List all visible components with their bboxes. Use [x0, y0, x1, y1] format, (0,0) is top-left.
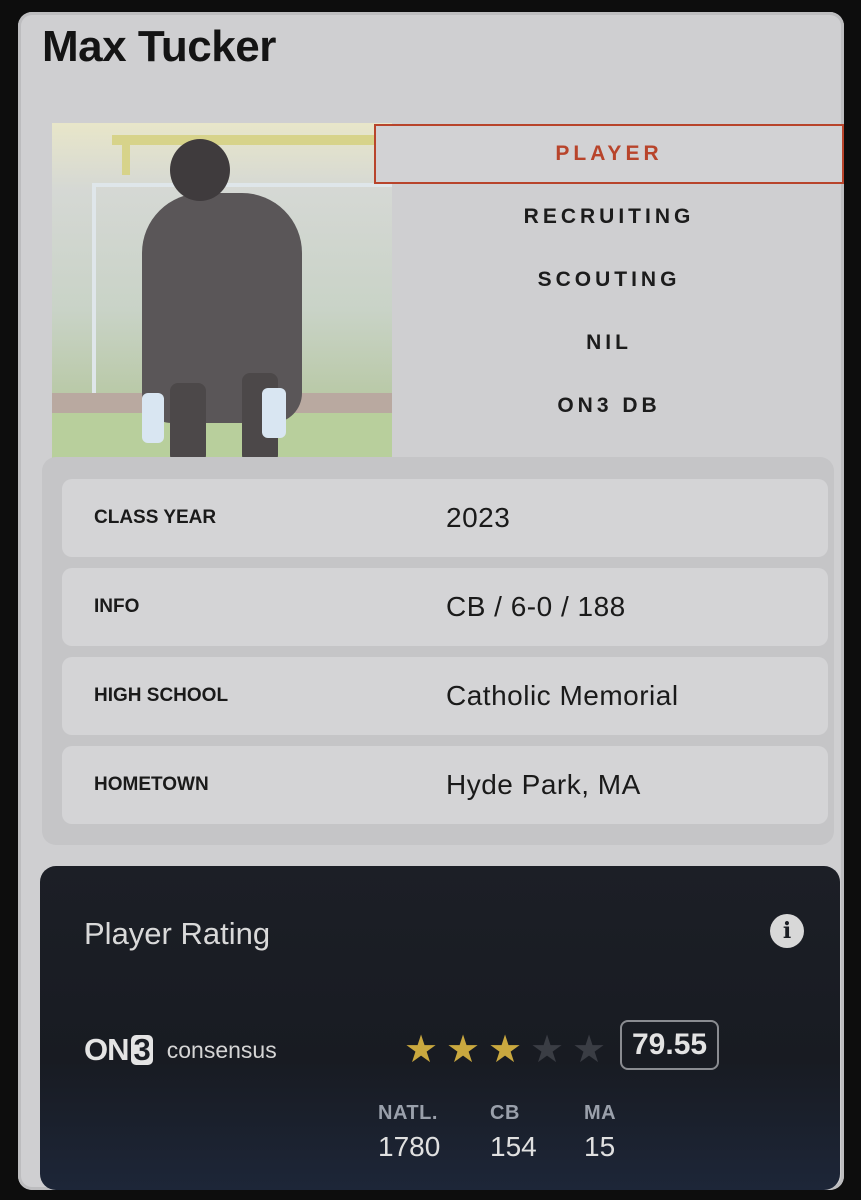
on3-logo: ON 3 [84, 1032, 153, 1068]
star-rating: ★ ★ ★ ★ ★ [404, 1030, 614, 1068]
detail-label: HOMETOWN [94, 774, 209, 795]
star-icon: ★ [404, 1027, 439, 1071]
brand-number: 3 [130, 1034, 153, 1065]
on3-consensus-brand: ON 3 consensus [84, 1032, 277, 1068]
brand-prefix: ON [84, 1032, 129, 1067]
rank-position[interactable]: CB 154 [490, 1102, 537, 1163]
rank-label: CB [490, 1102, 520, 1124]
brand-sub: consensus [166, 1036, 277, 1063]
rating-title: Player Rating [84, 916, 271, 951]
detail-row-hometown: HOMETOWN Hyde Park, MA [62, 746, 828, 824]
detail-row-high-school: HIGH SCHOOL Catholic Memorial [62, 657, 828, 735]
detail-row-info: INFO CB / 6-0 / 188 [62, 568, 828, 646]
player-photo [52, 123, 392, 463]
detail-value: 2023 [446, 502, 511, 533]
rank-label: MA [584, 1102, 617, 1124]
rank-national[interactable]: NATL. 1780 [378, 1102, 440, 1163]
player-details-panel: CLASS YEAR 2023 INFO CB / 6-0 / 188 HIGH… [42, 457, 834, 845]
rating-score: 79.55 [620, 1020, 720, 1070]
rank-value: 1780 [378, 1131, 441, 1162]
rank-label: NATL. [378, 1102, 438, 1124]
detail-row-class-year: CLASS YEAR 2023 [62, 479, 828, 557]
profile-nav: PLAYER RECRUITING SCOUTING NIL ON3 DB [374, 124, 844, 439]
tab-scouting[interactable]: SCOUTING [374, 250, 844, 310]
info-icon[interactable]: i [770, 914, 804, 948]
rank-value: 154 [490, 1131, 537, 1162]
star-icon: ★ [488, 1027, 523, 1071]
player-rating-card: Player Rating i ON 3 consensus ★ ★ ★ ★ ★ … [40, 866, 840, 1190]
tab-on3-db[interactable]: ON3 DB [374, 376, 844, 436]
player-name: Max Tucker [42, 22, 276, 71]
tab-recruiting[interactable]: RECRUITING [374, 187, 844, 247]
tab-player[interactable]: PLAYER [374, 124, 844, 184]
detail-value[interactable]: Catholic Memorial [446, 657, 679, 735]
rank-value: 15 [584, 1131, 616, 1162]
star-icon: ★ [446, 1027, 481, 1071]
tab-nil[interactable]: NIL [374, 313, 844, 373]
detail-value: CB / 6-0 / 188 [446, 591, 626, 622]
detail-label: INFO [94, 596, 140, 617]
star-icon: ★ [530, 1027, 565, 1071]
detail-value: Hyde Park, MA [446, 769, 641, 800]
rank-state[interactable]: MA 15 [584, 1102, 616, 1163]
detail-label: CLASS YEAR [94, 507, 217, 528]
detail-label: HIGH SCHOOL [94, 685, 229, 706]
star-icon: ★ [572, 1027, 607, 1071]
profile-page: Max Tucker PLAYER RECRUITING SCOUTING NI… [18, 12, 844, 1190]
